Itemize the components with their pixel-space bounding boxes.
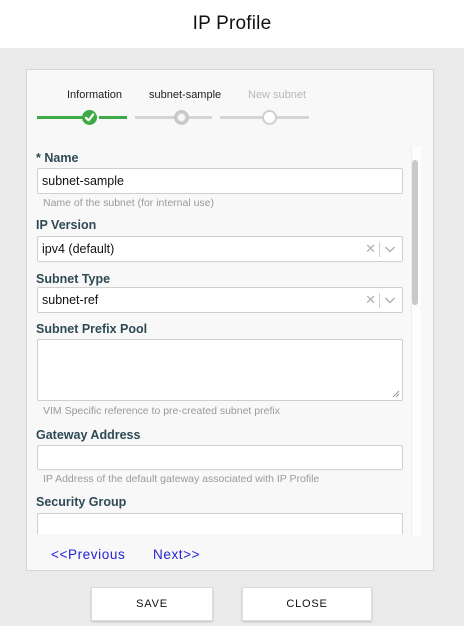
resize-handle-icon[interactable] xyxy=(391,389,400,398)
name-input[interactable]: subnet-sample xyxy=(37,168,403,194)
step-complete-check-icon[interactable] xyxy=(82,110,97,125)
gateway-address-hint: IP Address of the default gateway associ… xyxy=(43,473,320,485)
ip-version-value: ipv4 (default) xyxy=(42,242,115,256)
select-separator xyxy=(379,242,380,257)
chevron-down-icon[interactable] xyxy=(383,293,397,307)
step-label-information[interactable]: Information xyxy=(67,89,122,101)
subnet-type-select[interactable]: subnet-ref ✕ xyxy=(37,287,403,313)
next-link[interactable]: Next>> xyxy=(153,547,200,562)
subnet-type-label: Subnet Type xyxy=(36,272,111,286)
ip-profile-panel: Information subnet-sample New subnet * N… xyxy=(26,69,434,571)
subnet-prefix-pool-hint: VIM Specific reference to pre-created su… xyxy=(43,405,280,417)
required-marker: * xyxy=(36,151,41,165)
subnet-form: * Name subnet-sample Name of the subnet … xyxy=(36,148,404,534)
security-group-label: Security Group xyxy=(36,495,127,509)
form-scrollbar-thumb[interactable] xyxy=(412,160,418,305)
step-label-subnet-sample[interactable]: subnet-sample xyxy=(149,89,221,101)
gateway-address-input[interactable] xyxy=(37,445,403,470)
step-progress-line xyxy=(99,116,127,119)
security-group-input[interactable] xyxy=(37,513,403,534)
name-label-text: Name xyxy=(44,151,79,165)
step-current-dot-icon[interactable] xyxy=(174,110,189,125)
clear-x-icon[interactable]: ✕ xyxy=(365,241,376,257)
select-separator xyxy=(379,293,380,308)
subnet-prefix-pool-label: Subnet Prefix Pool xyxy=(36,322,148,336)
clear-x-icon[interactable]: ✕ xyxy=(365,292,376,308)
dialog-title: IP Profile xyxy=(0,0,464,48)
subnet-type-value: subnet-ref xyxy=(42,293,99,307)
save-button[interactable]: SAVE xyxy=(91,587,213,621)
name-hint: Name of the subnet (for internal use) xyxy=(43,197,215,209)
gateway-address-label: Gateway Address xyxy=(36,428,141,442)
previous-link[interactable]: <<Previous xyxy=(51,547,125,562)
chevron-down-icon[interactable] xyxy=(383,242,397,256)
close-button[interactable]: CLOSE xyxy=(242,587,372,621)
ip-version-select[interactable]: ipv4 (default) ✕ xyxy=(37,236,403,262)
ip-version-label: IP Version xyxy=(36,218,97,232)
step-pending-circle-icon xyxy=(262,110,277,125)
name-label: * Name xyxy=(36,151,78,165)
step-label-new-subnet: New subnet xyxy=(248,89,307,101)
subnet-prefix-pool-textarea[interactable] xyxy=(37,339,403,401)
